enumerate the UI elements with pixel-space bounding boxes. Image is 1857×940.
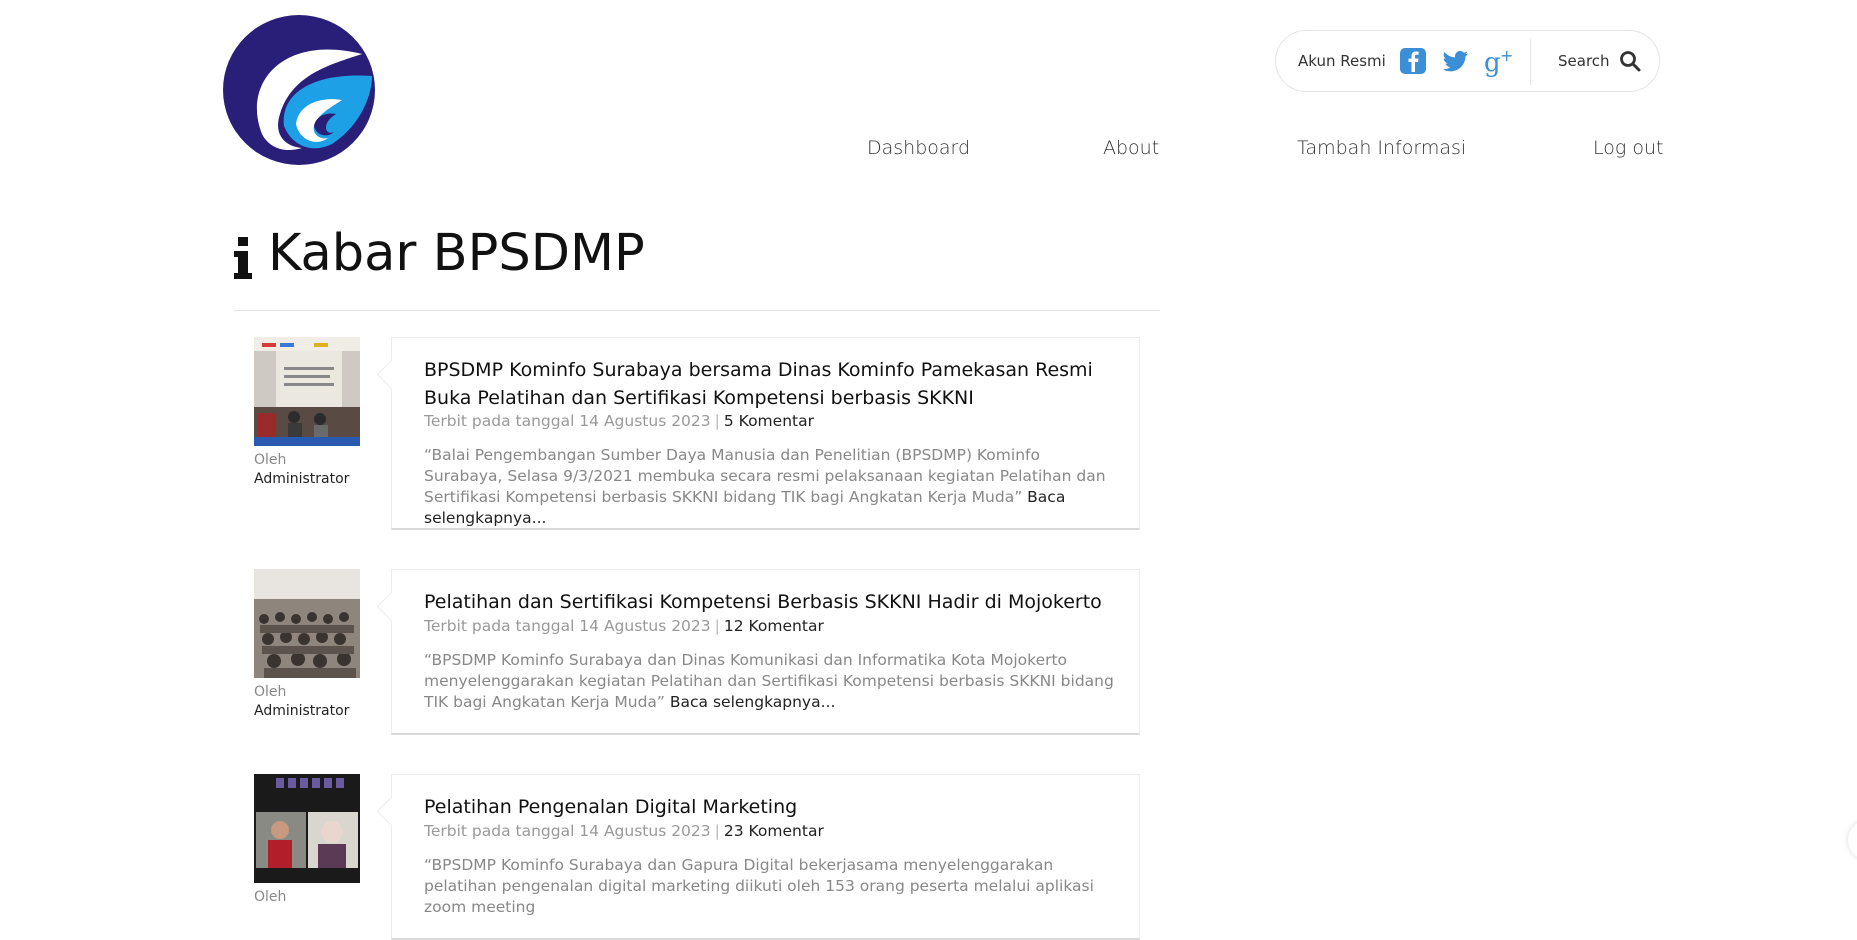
post-excerpt-text: “BPSDMP Kominfo Surabaya dan Gapura Digi… (424, 856, 1094, 916)
post-date: Terbit pada tanggal 14 Agustus 2023 (424, 822, 711, 840)
read-more-link[interactable]: Baca selengkapnya... (670, 693, 836, 711)
post-thumbnail[interactable] (254, 337, 360, 446)
post-comments-link[interactable]: 5 Komentar (724, 412, 814, 430)
post-thumbnail[interactable] (254, 774, 360, 883)
scroll-to-top-button[interactable] (1848, 820, 1857, 860)
post-comments-link[interactable]: 23 Komentar (724, 822, 824, 840)
twitter-icon[interactable] (1439, 45, 1471, 77)
post-card: BPSDMP Kominfo Surabaya bersama Dinas Ko… (391, 337, 1140, 530)
post-excerpt: “BPSDMP Kominfo Surabaya dan Dinas Komun… (424, 650, 1114, 713)
post-date: Terbit pada tanggal 14 Agustus 2023 (424, 617, 711, 635)
post-meta: Terbit pada tanggal 14 Agustus 2023 | 5 Ko… (424, 412, 814, 430)
svg-text:g: g (1484, 48, 1501, 77)
page-title: Kabar BPSDMP (268, 224, 645, 283)
post-excerpt: “Balai Pengembangan Sumber Daya Manusia … (424, 445, 1114, 529)
author-prefix: Oleh (254, 452, 287, 468)
post-meta: Terbit pada tanggal 14 Agustus 2023 | 23 K… (424, 822, 824, 840)
post-comments-link[interactable]: 12 Komentar (724, 617, 824, 635)
nav-about[interactable]: About (1103, 137, 1159, 159)
author-name[interactable]: Administrator (254, 703, 349, 719)
header-divider (1530, 39, 1531, 85)
google-plus-icon[interactable]: g + (1483, 45, 1515, 78)
post-thumbnail[interactable] (254, 569, 360, 678)
nav-log-out[interactable]: Log out (1593, 137, 1663, 159)
post-card: Pelatihan dan Sertifikasi Kompetensi Ber… (391, 569, 1140, 735)
post-title[interactable]: Pelatihan Pengenalan Digital Marketing (424, 793, 1104, 821)
facebook-icon[interactable] (1397, 45, 1429, 77)
post-excerpt-text: “Balai Pengembangan Sumber Daya Manusia … (424, 446, 1106, 506)
akun-resmi-label: Akun Resmi (1298, 52, 1386, 70)
info-icon (233, 237, 253, 279)
search-icon[interactable] (1618, 49, 1642, 73)
header-social-bar: Akun Resmi g + Search (1275, 30, 1660, 92)
title-divider (234, 310, 1160, 311)
svg-text:+: + (1500, 46, 1513, 65)
author-name[interactable]: Administrator (254, 471, 349, 487)
post-excerpt: “BPSDMP Kominfo Surabaya dan Gapura Digi… (424, 855, 1114, 918)
site-logo[interactable] (222, 14, 376, 166)
post-title[interactable]: Pelatihan dan Sertifikasi Kompetensi Ber… (424, 588, 1104, 616)
post-meta: Terbit pada tanggal 14 Agustus 2023 | 12 K… (424, 617, 824, 635)
search-label[interactable]: Search (1558, 52, 1610, 70)
nav-tambah-informasi[interactable]: Tambah Informasi (1297, 137, 1466, 159)
post-date: Terbit pada tanggal 14 Agustus 2023 (424, 412, 711, 430)
post-card: Pelatihan Pengenalan Digital Marketing T… (391, 774, 1140, 940)
nav-dashboard[interactable]: Dashboard (867, 137, 970, 159)
post-title[interactable]: BPSDMP Kominfo Surabaya bersama Dinas Ko… (424, 356, 1104, 412)
author-prefix: Oleh (254, 684, 287, 700)
